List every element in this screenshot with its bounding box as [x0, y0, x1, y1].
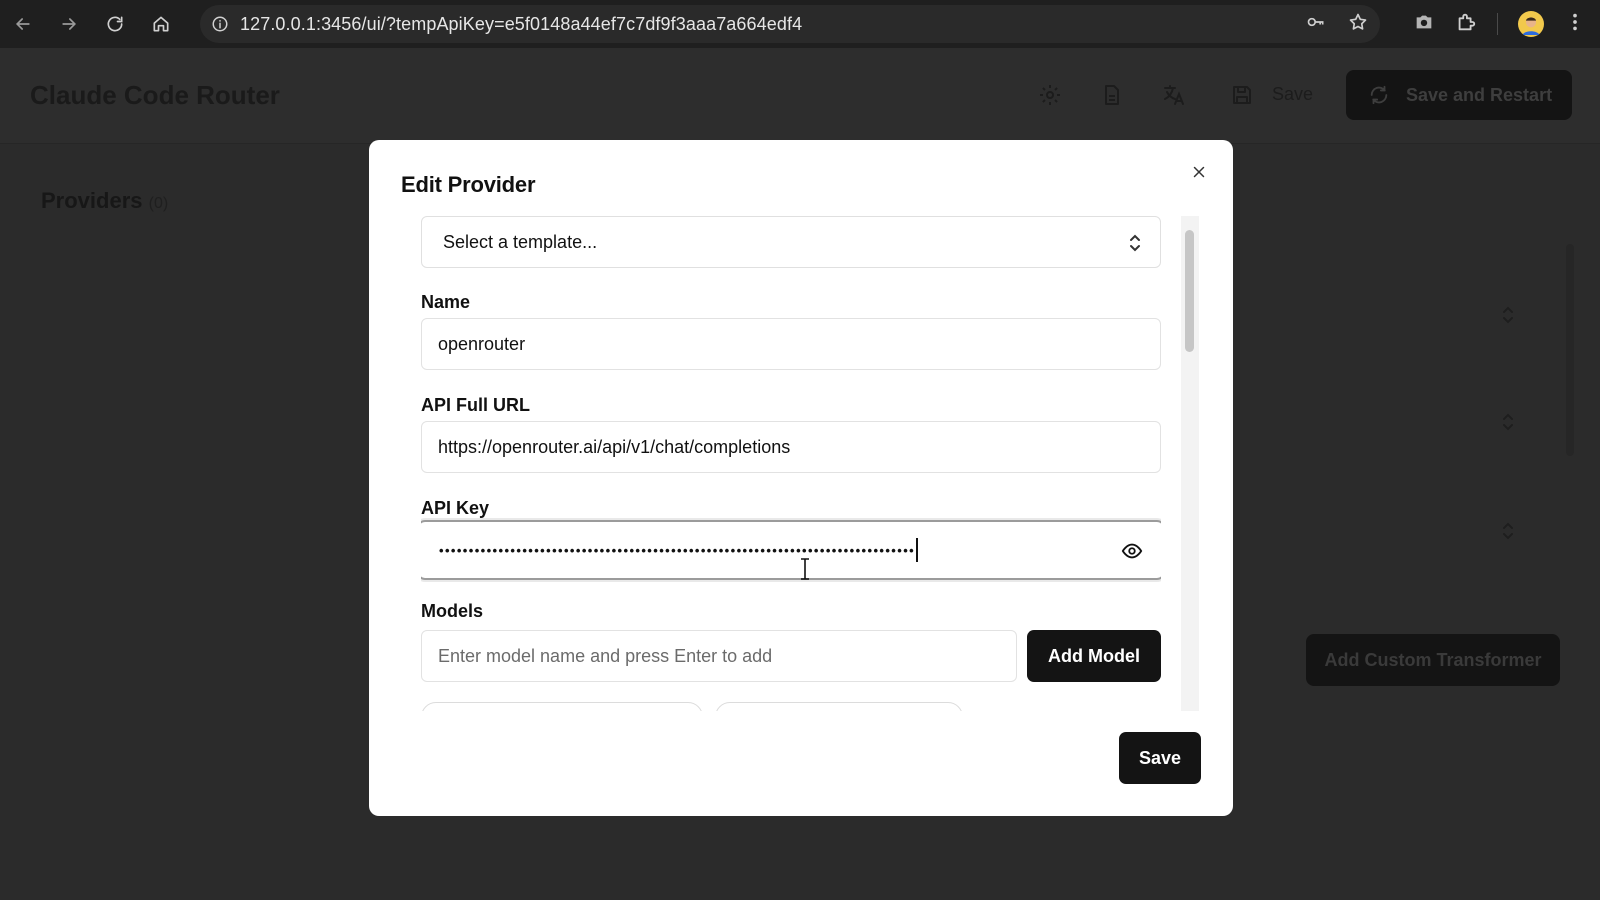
chevron-updown-icon[interactable] — [1500, 413, 1516, 431]
model-chip[interactable]: google/gemini-2.5-pro-preview × — [421, 702, 703, 711]
gear-icon[interactable] — [1038, 83, 1062, 107]
close-icon[interactable] — [1187, 160, 1211, 184]
address-bar[interactable]: 127.0.0.1:3456/ui/?tempApiKey=e5f0148a44… — [200, 5, 1380, 43]
browser-toolbar: 127.0.0.1:3456/ui/?tempApiKey=e5f0148a44… — [0, 0, 1600, 48]
dialog-title: Edit Provider — [401, 172, 536, 197]
api-key-label: API Key — [421, 498, 490, 518]
save-and-restart-label: Save and Restart — [1406, 84, 1553, 105]
api-url-field[interactable]: https://openrouter.ai/api/v1/chat/comple… — [421, 421, 1161, 473]
chevron-updown-icon[interactable] — [1500, 522, 1516, 540]
dialog-scrollbar[interactable] — [1181, 216, 1199, 711]
add-model-button[interactable]: Add Model — [1027, 630, 1161, 682]
header-save-button[interactable]: Save — [1272, 84, 1313, 105]
bookmark-star-icon[interactable] — [1348, 12, 1368, 37]
model-chip[interactable]: anthropic/claude-sonnet-4 × — [715, 702, 963, 711]
profile-avatar[interactable] — [1518, 11, 1544, 37]
reload-icon[interactable] — [92, 0, 138, 48]
template-select[interactable]: Select a template... — [421, 216, 1161, 268]
name-label: Name — [421, 292, 471, 312]
api-key-masked-value: ••••••••••••••••••••••••••••••••••••••••… — [439, 542, 916, 558]
text-caret — [916, 538, 918, 562]
edit-provider-dialog: Edit Provider Select a template... Name … — [369, 140, 1233, 816]
password-key-icon[interactable] — [1306, 12, 1326, 37]
name-field[interactable]: openrouter — [421, 318, 1161, 370]
document-icon[interactable] — [1100, 83, 1124, 107]
home-icon[interactable] — [138, 0, 184, 48]
providers-heading: Providers (0) — [41, 188, 168, 214]
app-title: Claude Code Router — [30, 80, 280, 110]
dialog-save-button[interactable]: Save — [1119, 732, 1201, 784]
url-text[interactable]: 127.0.0.1:3456/ui/?tempApiKey=e5f0148a44… — [240, 14, 802, 35]
forward-icon[interactable] — [46, 0, 92, 48]
background-scrollbar[interactable] — [1566, 244, 1574, 456]
providers-title: Providers — [41, 188, 143, 213]
menu-icon[interactable] — [1564, 11, 1586, 38]
translate-icon[interactable] — [1162, 83, 1186, 107]
dialog-form: Select a template... Name openrouter API… — [421, 216, 1161, 711]
i-beam-cursor-icon — [799, 558, 811, 580]
chevron-updown-icon[interactable] — [1500, 306, 1516, 324]
app-header: Claude Code Router Save Save and Restart — [0, 48, 1600, 144]
back-icon[interactable] — [0, 0, 46, 48]
refresh-icon — [1370, 85, 1388, 105]
chevron-updown-icon — [1126, 232, 1144, 254]
dialog-scrollbar-thumb[interactable] — [1185, 230, 1194, 352]
template-select-value: Select a template... — [443, 231, 598, 252]
save-and-restart-button[interactable]: Save and Restart — [1346, 70, 1572, 120]
providers-count: (0) — [148, 195, 169, 212]
site-info-icon[interactable] — [200, 5, 240, 43]
name-value: openrouter — [438, 333, 526, 354]
eye-icon[interactable] — [1121, 540, 1143, 562]
model-input-placeholder: Enter model name and press Enter to add — [438, 645, 773, 666]
save-icon[interactable] — [1230, 83, 1254, 107]
camera-icon[interactable] — [1413, 11, 1435, 38]
toolbar-divider — [1497, 13, 1498, 35]
api-url-value: https://openrouter.ai/api/v1/chat/comple… — [438, 436, 791, 457]
add-custom-transformer-button[interactable]: Add Custom Transformer — [1306, 634, 1560, 686]
extensions-icon[interactable] — [1455, 11, 1477, 38]
model-name-input[interactable]: Enter model name and press Enter to add — [421, 630, 1017, 682]
api-key-field[interactable]: ••••••••••••••••••••••••••••••••••••••••… — [421, 520, 1161, 580]
models-label: Models — [421, 601, 484, 621]
api-url-label: API Full URL — [421, 395, 530, 415]
